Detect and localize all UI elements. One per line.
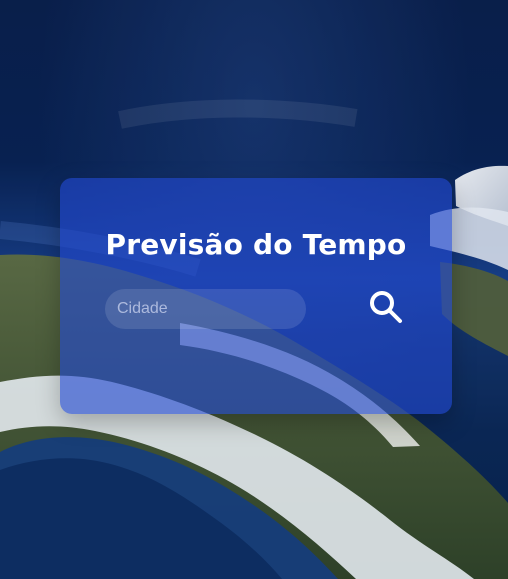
page-title: Previsão do Tempo (105, 228, 407, 261)
city-search-input[interactable] (105, 289, 306, 329)
weather-search-card: Previsão do Tempo (60, 178, 452, 414)
search-icon (366, 287, 406, 327)
search-button[interactable] (366, 287, 406, 327)
